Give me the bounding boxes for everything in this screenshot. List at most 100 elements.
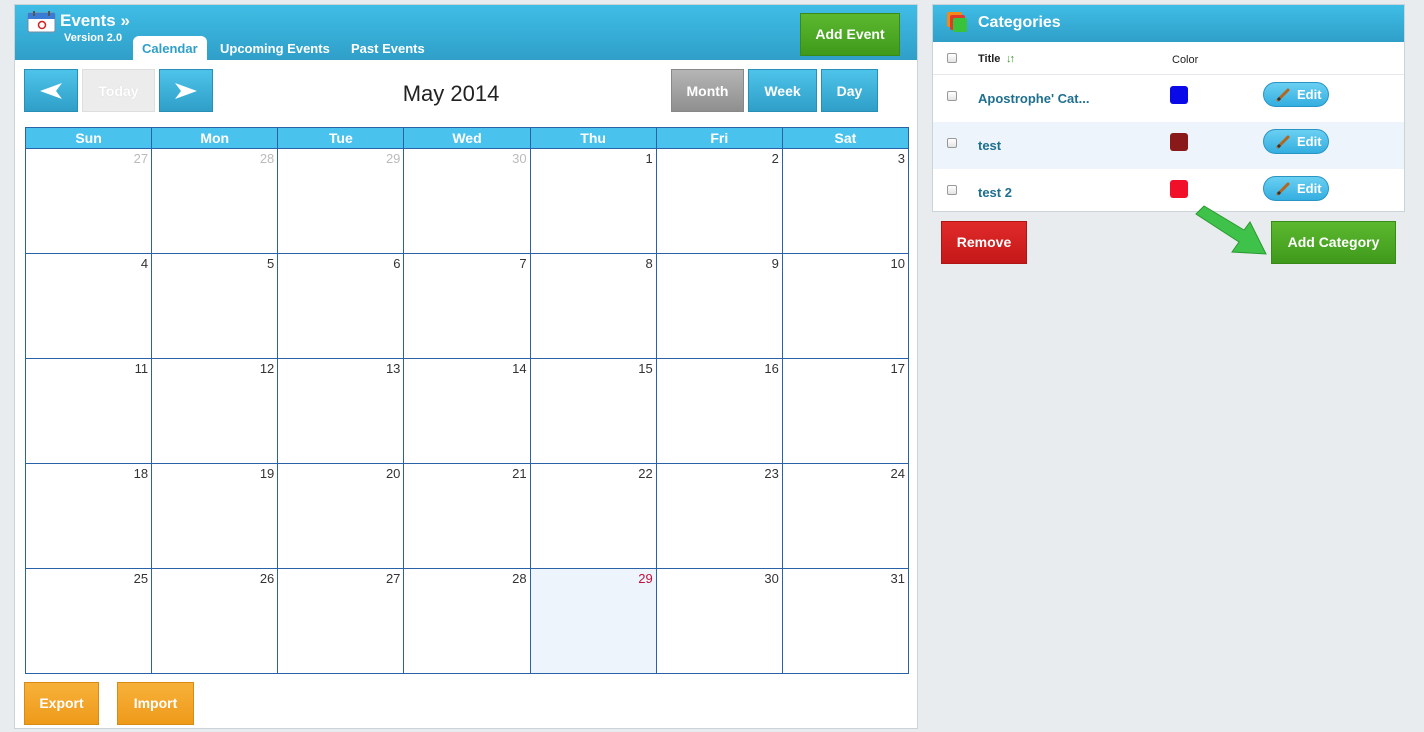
calendar-day-cell[interactable]: 10 (781, 254, 908, 358)
column-color: Color (1172, 54, 1199, 66)
categories-header: Categories (933, 5, 1404, 42)
edit-label: Edit (1297, 134, 1322, 149)
calendar-week-row: 11 12 13 14 15 16 17 (26, 358, 908, 463)
category-row: test Edit (933, 122, 1404, 169)
month-view-button[interactable]: Month (671, 69, 744, 112)
calendar-day-cell[interactable]: 28 (403, 569, 529, 673)
category-name[interactable]: test 2 (978, 185, 1012, 200)
edit-category-button[interactable]: Edit (1263, 176, 1329, 201)
category-color-swatch (1170, 133, 1188, 151)
green-arrow-icon (1195, 205, 1267, 255)
category-row: Apostrophe' Cat... Edit (933, 75, 1404, 122)
dow-sat: Sat (781, 128, 908, 148)
calendar-day-cell[interactable]: 5 (151, 254, 277, 358)
remove-button[interactable]: Remove (941, 221, 1027, 264)
calendar-day-cell[interactable]: 15 (529, 359, 656, 463)
add-event-button[interactable]: Add Event (800, 13, 900, 56)
calendar-day-cell[interactable]: 22 (529, 464, 656, 568)
calendar-week-row: 25 26 27 28 29 30 31 (26, 568, 908, 673)
calendar-day-cell[interactable]: 14 (403, 359, 529, 463)
calendar-week-row: 27 28 29 30 1 2 3 (26, 148, 908, 253)
category-checkbox[interactable] (947, 91, 957, 101)
category-checkbox[interactable] (947, 185, 957, 195)
month-label: May 2014 (402, 81, 500, 106)
calendar-day-cell-today[interactable]: 29 (529, 569, 656, 673)
calendar-day-cell[interactable]: 21 (403, 464, 529, 568)
edit-category-button[interactable]: Edit (1263, 82, 1329, 107)
calendar-day-cell[interactable]: 28 (151, 149, 277, 253)
calendar-day-cell[interactable]: 31 (781, 569, 908, 673)
dow-fri: Fri (655, 128, 782, 148)
edit-category-button[interactable]: Edit (1263, 129, 1329, 154)
events-header: Events » Version 2.0 Calendar Upcoming E… (15, 5, 917, 60)
import-button[interactable]: Import (117, 682, 194, 725)
categories-panel: Categories Title ↓↑ Color Apostrophe' Ca… (932, 4, 1405, 212)
day-of-week-header: Sun Mon Tue Wed Thu Fri Sat (26, 128, 908, 148)
calendar-day-cell[interactable]: 1 (529, 149, 656, 253)
arrow-right-icon (175, 83, 197, 99)
app-version: Version 2.0 (64, 32, 123, 44)
arrow-left-icon (40, 83, 62, 99)
dow-wed: Wed (403, 128, 529, 148)
calendar-day-cell[interactable]: 16 (655, 359, 782, 463)
calendar-day-cell[interactable]: 9 (655, 254, 782, 358)
calendar-day-cell[interactable]: 30 (403, 149, 529, 253)
dow-thu: Thu (529, 128, 656, 148)
calendar-day-cell[interactable]: 6 (277, 254, 403, 358)
tab-upcoming-events[interactable]: Upcoming Events (211, 36, 339, 60)
calendar-day-cell[interactable]: 17 (781, 359, 908, 463)
calendar-day-cell[interactable]: 4 (26, 254, 151, 358)
calendar-day-cell[interactable]: 12 (151, 359, 277, 463)
calendar-day-cell[interactable]: 3 (781, 149, 908, 253)
app-title: Events » (60, 11, 130, 30)
calendar-app-icon (27, 11, 56, 33)
calendar-day-cell[interactable]: 13 (277, 359, 403, 463)
calendar-day-cell[interactable]: 20 (277, 464, 403, 568)
select-all-checkbox[interactable] (947, 53, 957, 63)
today-button[interactable]: Today (82, 69, 155, 112)
calendar-day-cell[interactable]: 18 (26, 464, 151, 568)
month-calendar-grid: Sun Mon Tue Wed Thu Fri Sat 27 28 29 30 1 2 3 4… (25, 127, 909, 674)
next-month-button[interactable] (159, 69, 213, 112)
calendar-day-cell[interactable]: 11 (26, 359, 151, 463)
calendar-day-cell[interactable]: 26 (151, 569, 277, 673)
day-view-button[interactable]: Day (821, 69, 878, 112)
category-checkbox[interactable] (947, 138, 957, 148)
calendar-day-cell[interactable]: 30 (655, 569, 782, 673)
categories-icon (947, 12, 967, 32)
category-color-swatch (1170, 86, 1188, 104)
categories-title: Categories (978, 14, 1061, 31)
dow-mon: Mon (151, 128, 277, 148)
calendar-day-cell[interactable]: 27 (26, 149, 151, 253)
calendar-day-cell[interactable]: 27 (277, 569, 403, 673)
tab-calendar[interactable]: Calendar (133, 36, 207, 60)
calendar-day-cell[interactable]: 2 (655, 149, 782, 253)
calendar-week-row: 18 19 20 21 22 23 24 (26, 463, 908, 568)
dow-tue: Tue (277, 128, 403, 148)
category-name[interactable]: Apostrophe' Cat... (978, 91, 1089, 106)
prev-month-button[interactable] (24, 69, 78, 112)
edit-label: Edit (1297, 181, 1322, 196)
calendar-week-row: 4 5 6 7 8 9 10 (26, 253, 908, 358)
calendar-day-cell[interactable]: 29 (277, 149, 403, 253)
week-view-button[interactable]: Week (748, 69, 817, 112)
tab-past-events[interactable]: Past Events (342, 36, 434, 60)
export-button[interactable]: Export (24, 682, 99, 725)
add-category-button[interactable]: Add Category (1271, 221, 1396, 264)
events-panel: Events » Version 2.0 Calendar Upcoming E… (14, 4, 918, 729)
category-name[interactable]: test (978, 138, 1001, 153)
calendar-day-cell[interactable]: 25 (26, 569, 151, 673)
calendar-day-cell[interactable]: 8 (529, 254, 656, 358)
column-title[interactable]: Title (978, 53, 1000, 65)
categories-table-header: Title ↓↑ Color (933, 42, 1404, 75)
calendar-day-cell[interactable]: 23 (655, 464, 782, 568)
categories-list: Apostrophe' Cat... Edit test Edit test 2 (933, 75, 1404, 216)
calendar-day-cell[interactable]: 7 (403, 254, 529, 358)
edit-label: Edit (1297, 87, 1322, 102)
dow-sun: Sun (75, 130, 102, 146)
sort-icon[interactable]: ↓↑ (1006, 53, 1015, 65)
calendar-weeks: 27 28 29 30 1 2 3 4 5 6 7 8 9 10 11 12 13 14 15 16 17 18 19 20 2… (26, 148, 908, 673)
category-color-swatch (1170, 180, 1188, 198)
calendar-day-cell[interactable]: 24 (781, 464, 908, 568)
calendar-day-cell[interactable]: 19 (151, 464, 277, 568)
